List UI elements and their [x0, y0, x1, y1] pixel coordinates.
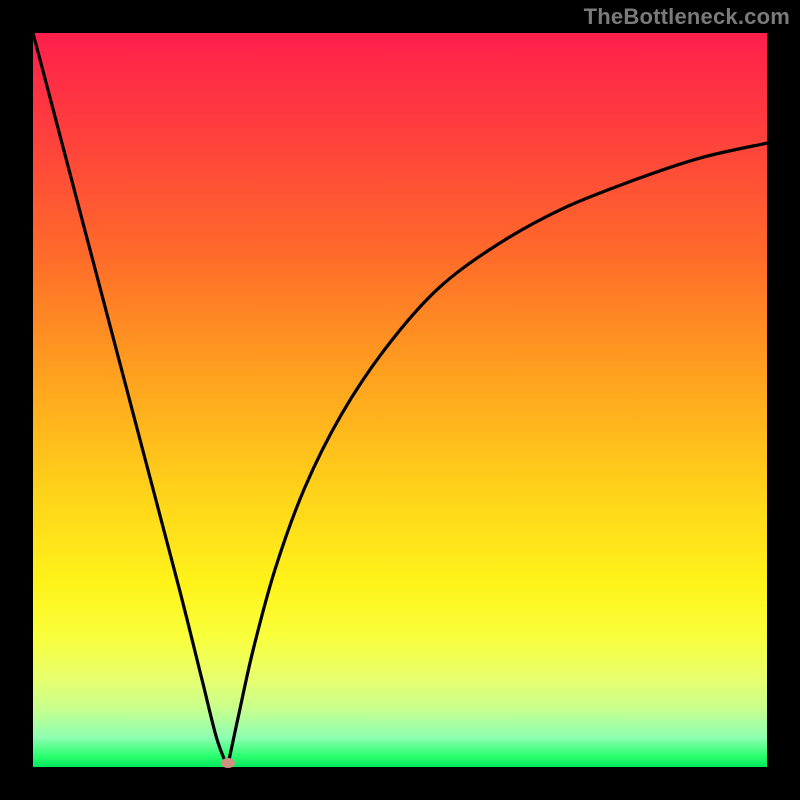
sweet-spot-marker [221, 758, 235, 768]
curve-path [33, 33, 767, 767]
watermark-text: TheBottleneck.com [584, 4, 790, 30]
plot-area [33, 33, 767, 767]
bottleneck-curve [33, 33, 767, 767]
chart-frame: TheBottleneck.com [0, 0, 800, 800]
